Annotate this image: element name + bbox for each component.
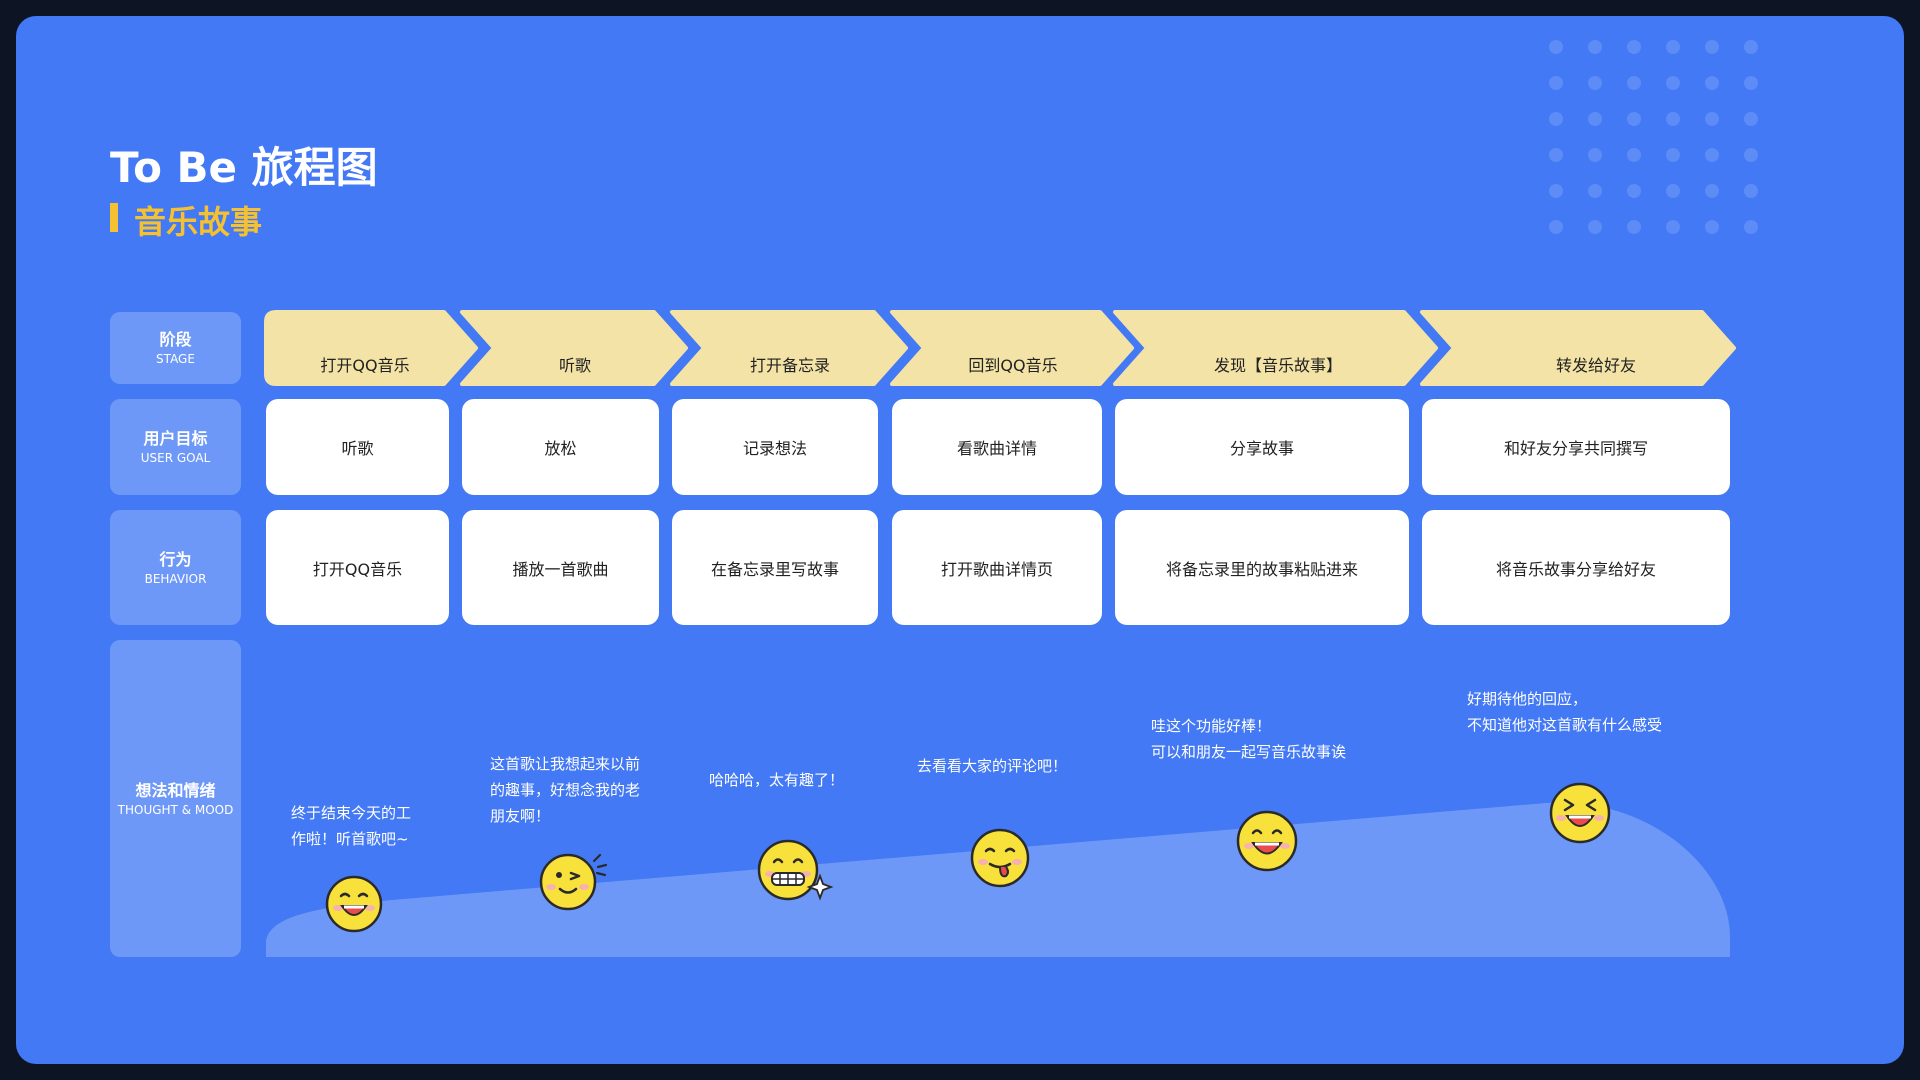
thought-line: 哈哈哈，太有趣了！ bbox=[709, 771, 845, 789]
thought-line: 这首歌让我想起来以前 bbox=[490, 755, 641, 773]
thought-line: 去看看大家的评论吧！ bbox=[917, 757, 1068, 775]
thought-line: 不知道他对这首歌有什么感受 bbox=[1467, 716, 1663, 734]
grin-sparkle-face-icon bbox=[757, 839, 834, 901]
thought-line: 好期待他的回应， bbox=[1467, 690, 1588, 708]
thought-line: 可以和朋友一起写音乐故事诶 bbox=[1151, 743, 1347, 761]
thought-line: 哇这个功能好棒！ bbox=[1151, 717, 1272, 735]
journey-map-board: To Be 旅程图 音乐故事 阶段 STAGE 用户目标 USER GOAL 行… bbox=[16, 16, 1904, 1064]
thought-line: 的趣事，好想念我的老 bbox=[490, 781, 641, 799]
wink-face-icon bbox=[539, 853, 608, 911]
thought-text: 去看看大家的评论吧！ bbox=[917, 753, 1067, 779]
tongue-face-icon bbox=[970, 828, 1030, 888]
thought-text: 终于结束今天的工 作啦！听首歌吧~ bbox=[291, 800, 411, 852]
thought-line: 作啦！听首歌吧~ bbox=[291, 830, 409, 848]
thought-line: 终于结束今天的工 bbox=[291, 804, 412, 822]
happy-face-icon bbox=[325, 875, 383, 933]
thought-text: 好期待他的回应， 不知道他对这首歌有什么感受 bbox=[1467, 686, 1662, 738]
happy-face-icon bbox=[1236, 810, 1298, 872]
thought-text: 哈哈哈，太有趣了！ bbox=[709, 767, 844, 793]
thought-line: 朋友啊！ bbox=[490, 807, 551, 825]
laughing-face-icon bbox=[1549, 782, 1611, 844]
emotion-curve-area bbox=[266, 802, 1730, 957]
thought-text: 这首歌让我想起来以前 的趣事，好想念我的老 朋友啊！ bbox=[490, 751, 640, 829]
thought-text: 哇这个功能好棒！ 可以和朋友一起写音乐故事诶 bbox=[1151, 713, 1346, 765]
